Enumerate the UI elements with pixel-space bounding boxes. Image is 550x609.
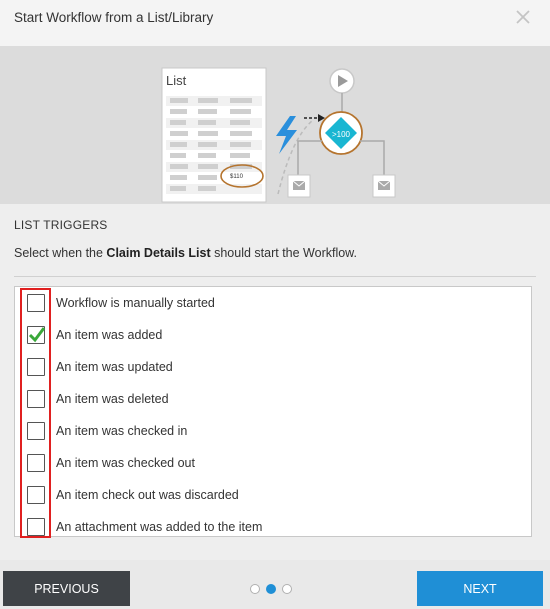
trigger-label: An item was checked out	[56, 456, 195, 470]
trigger-label: An item was updated	[56, 360, 173, 374]
trigger-row[interactable]: An item was updated	[15, 351, 531, 383]
previous-button[interactable]: PREVIOUS	[3, 571, 130, 606]
trigger-label: An attachment was added to the item	[56, 520, 263, 534]
trigger-row[interactable]: An attachment was added to the item	[15, 511, 531, 536]
checkbox[interactable]	[27, 294, 45, 312]
trigger-row[interactable]: An item was checked in	[15, 415, 531, 447]
pagination-dot[interactable]	[282, 584, 292, 594]
trigger-row[interactable]: Workflow is manually started	[15, 287, 531, 319]
email-icon	[372, 174, 396, 198]
checkbox[interactable]	[27, 422, 45, 440]
next-button[interactable]: NEXT	[417, 571, 543, 606]
pagination-dot-active[interactable]	[266, 584, 276, 594]
section-description: Select when the Claim Details List shoul…	[14, 246, 357, 260]
checkbox[interactable]	[27, 358, 45, 376]
pagination-dots	[250, 584, 300, 596]
checkbox[interactable]	[27, 518, 45, 536]
trigger-row[interactable]: An item was added	[15, 319, 531, 351]
list-name: Claim Details List	[106, 246, 211, 260]
list-document-illustration: List $110	[161, 67, 267, 203]
close-icon[interactable]	[512, 6, 534, 28]
list-illustration-title: List	[166, 73, 187, 88]
trigger-label: An item was added	[56, 328, 163, 342]
trigger-label: An item check out was discarded	[56, 488, 239, 502]
dialog-header: Start Workflow from a List/Library	[0, 0, 550, 46]
section-heading: LIST TRIGGERS	[14, 218, 108, 232]
trigger-list[interactable]: Workflow is manually started An item was …	[14, 286, 532, 537]
condition-label: >100	[332, 130, 351, 139]
pagination-dot[interactable]	[250, 584, 260, 594]
trigger-row[interactable]: An item was checked out	[15, 447, 531, 479]
email-icon	[287, 174, 311, 198]
lightning-icon	[276, 116, 297, 154]
checkbox[interactable]	[27, 486, 45, 504]
trigger-label: Workflow is manually started	[56, 296, 215, 310]
description-prefix: Select when the	[14, 246, 107, 260]
condition-diamond-icon: >100	[319, 111, 363, 155]
dialog-title: Start Workflow from a List/Library	[14, 10, 214, 25]
checkbox[interactable]	[27, 454, 45, 472]
trigger-label: An item was deleted	[56, 392, 169, 406]
checkbox-checked[interactable]	[27, 326, 46, 344]
description-suffix: should start the Workflow.	[210, 246, 357, 260]
workflow-illustration: List $110 >100	[0, 46, 550, 204]
trigger-row[interactable]: An item was deleted	[15, 383, 531, 415]
checkmark-icon	[28, 327, 46, 343]
highlight-value: $110	[230, 174, 244, 180]
play-icon	[329, 68, 355, 94]
trigger-label: An item was checked in	[56, 424, 188, 438]
divider	[14, 276, 536, 277]
trigger-row[interactable]: An item check out was discarded	[15, 479, 531, 511]
checkbox[interactable]	[27, 390, 45, 408]
